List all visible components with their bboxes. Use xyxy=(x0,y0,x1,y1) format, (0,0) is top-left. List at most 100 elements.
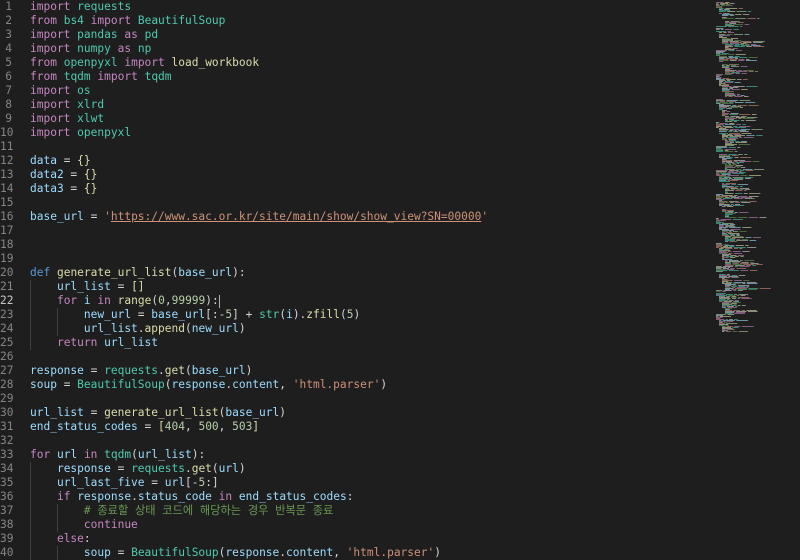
code-line[interactable]: 12 data = {} xyxy=(0,154,712,168)
code-text[interactable]: soup = BeautifulSoup(response.content, '… xyxy=(84,546,441,560)
code-text[interactable]: for url in tqdm(url_list): xyxy=(30,448,205,462)
code-line[interactable]: 2 from bs4 import BeautifulSoup xyxy=(0,14,712,28)
code-text[interactable]: import requests xyxy=(30,0,131,14)
code-text[interactable]: import openpyxl xyxy=(30,126,131,140)
minimap-stroke xyxy=(722,223,734,224)
code-line[interactable]: 8 import xlrd xyxy=(0,98,712,112)
code-line[interactable]: 22 for i in range(0,99999): xyxy=(0,294,712,308)
code-line[interactable]: 36 if response.status_code in end_status_… xyxy=(0,490,712,504)
code-editor[interactable]: 1 import requests 2 from bs4 import Beautif… xyxy=(0,0,800,560)
code-text[interactable]: for i in range(0,99999): xyxy=(57,294,220,308)
code-line[interactable]: 17 xyxy=(0,224,712,238)
code-line[interactable]: 35 url_last_five = url[-5:] xyxy=(0,476,712,490)
code-text[interactable]: url_list = generate_url_list(base_url) xyxy=(30,406,286,420)
code-text[interactable]: from openpyxl import load_workbook xyxy=(30,56,259,70)
code-text[interactable]: data2 = {} xyxy=(30,168,97,182)
code-text[interactable]: from tqdm import tqdm xyxy=(30,70,172,84)
code-text[interactable]: new_url = base_url[:-5] + str(i).zfill(5… xyxy=(84,308,360,322)
minimap-stroke xyxy=(729,241,737,242)
minimap-stroke xyxy=(725,72,730,73)
code-line[interactable]: 10 import openpyxl xyxy=(0,126,712,140)
code-text[interactable]: def generate_url_list(base_url): xyxy=(30,266,246,280)
minimap-stroke xyxy=(716,174,721,175)
minimap-stroke xyxy=(732,287,736,288)
code-text[interactable]: if response.status_code in end_status_co… xyxy=(57,490,353,504)
minimap-stroke xyxy=(726,111,731,112)
code-line[interactable]: 33 for url in tqdm(url_list): xyxy=(0,448,712,462)
code-line[interactable]: 18 xyxy=(0,238,712,252)
code-line[interactable]: 20 def generate_url_list(base_url): xyxy=(0,266,712,280)
code-line[interactable]: 23 new_url = base_url[:-5] + str(i).zfill… xyxy=(0,308,712,322)
code-line[interactable]: 24 url_list.append(new_url) xyxy=(0,322,712,336)
code-line[interactable]: 19 xyxy=(0,252,712,266)
code-text[interactable]: url_last_five = url[-5:] xyxy=(57,476,219,490)
minimap[interactable] xyxy=(712,0,800,560)
code-text[interactable]: import os xyxy=(30,84,91,98)
code-line[interactable]: 3 import pandas as pd xyxy=(0,28,712,42)
code-line[interactable]: 7 import os xyxy=(0,84,712,98)
code-line[interactable]: 28 soup = BeautifulSoup(response.content,… xyxy=(0,378,712,392)
code-text[interactable]: import xlwt xyxy=(30,112,104,126)
code-token: :] xyxy=(205,476,219,489)
code-text[interactable]: continue xyxy=(84,518,138,532)
code-line[interactable]: 30 url_list = generate_url_list(base_url) xyxy=(0,406,712,420)
code-line[interactable]: 25 return url_list xyxy=(0,336,712,350)
code-line[interactable]: 26 xyxy=(0,350,712,364)
line-number: 1 xyxy=(5,0,12,13)
minimap-stroke xyxy=(725,263,731,264)
code-text[interactable]: import numpy as np xyxy=(30,42,151,56)
code-line[interactable]: 34 response = requests.get(url) xyxy=(0,462,712,476)
code-line[interactable]: 21 url_list = [] xyxy=(0,280,712,294)
code-line[interactable]: 29 xyxy=(0,392,712,406)
code-text[interactable]: import xlrd xyxy=(30,98,104,112)
code-text[interactable]: soup = BeautifulSoup(response.content, '… xyxy=(30,378,387,392)
minimap-stroke xyxy=(716,269,726,270)
code-text[interactable]: url_list = [] xyxy=(57,280,145,294)
code-line[interactable]: 14 data3 = {} xyxy=(0,182,712,196)
code-area[interactable]: 1 import requests 2 from bs4 import Beautif… xyxy=(0,0,712,560)
code-text[interactable]: end_status_codes = [404, 500, 503] xyxy=(30,420,259,434)
code-text[interactable]: import pandas as pd xyxy=(30,28,158,42)
minimap-stroke xyxy=(725,325,729,326)
code-line[interactable]: 16 base_url = 'https://www.sac.or.kr/site… xyxy=(0,210,712,224)
code-text[interactable]: # 종료할 상태 코드에 해당하는 경우 반복문 종료 xyxy=(84,504,333,518)
code-line[interactable]: 1 import requests xyxy=(0,0,712,14)
code-token: : xyxy=(83,532,91,545)
code-line[interactable]: 40 soup = BeautifulSoup(response.content,… xyxy=(0,546,712,560)
code-text[interactable]: from bs4 import BeautifulSoup xyxy=(30,14,225,28)
code-line[interactable]: 31 end_status_codes = [404, 500, 503] xyxy=(0,420,712,434)
code-line[interactable]: 27 response = requests.get(base_url) xyxy=(0,364,712,378)
code-text[interactable]: return url_list xyxy=(57,336,158,350)
code-line[interactable]: 39 else: xyxy=(0,532,712,546)
minimap-stroke xyxy=(721,195,733,196)
minimap-stroke xyxy=(716,245,724,246)
code-line[interactable]: 11 xyxy=(0,140,712,154)
minimap-stroke xyxy=(733,236,744,237)
minimap-stroke xyxy=(737,184,748,185)
code-line[interactable]: 38 continue xyxy=(0,518,712,532)
code-line[interactable]: 9 import xlwt xyxy=(0,112,712,126)
minimap-stroke xyxy=(733,310,741,311)
code-text[interactable]: data = {} xyxy=(30,154,91,168)
code-line[interactable]: 13 data2 = {} xyxy=(0,168,712,182)
code-text[interactable]: url_list.append(new_url) xyxy=(84,322,246,336)
code-line[interactable]: 37 # 종료할 상태 코드에 해당하는 경우 반복문 종료 xyxy=(0,504,712,518)
code-token: tqdm xyxy=(144,70,172,83)
minimap-stroke xyxy=(737,95,740,96)
code-line[interactable]: 15 xyxy=(0,196,712,210)
minimap-stroke xyxy=(719,154,727,155)
code-line[interactable]: 32 xyxy=(0,434,712,448)
code-line[interactable]: 6 from tqdm import tqdm xyxy=(0,70,712,84)
code-text[interactable]: response = requests.get(base_url) xyxy=(30,364,252,378)
code-text[interactable]: data3 = {} xyxy=(30,182,97,196)
minimap-stroke xyxy=(747,311,758,312)
code-text[interactable]: base_url = 'https://www.sac.or.kr/site/m… xyxy=(30,210,488,224)
code-token: str xyxy=(259,308,280,321)
minimap-stroke xyxy=(725,237,731,238)
code-line[interactable]: 5 from openpyxl import load_workbook xyxy=(0,56,712,70)
code-text[interactable]: response = requests.get(url) xyxy=(57,462,246,476)
minimap-stroke xyxy=(743,79,748,80)
code-line[interactable]: 4 import numpy as np xyxy=(0,42,712,56)
minimap-stroke xyxy=(725,216,729,217)
code-text[interactable]: else: xyxy=(57,532,91,546)
